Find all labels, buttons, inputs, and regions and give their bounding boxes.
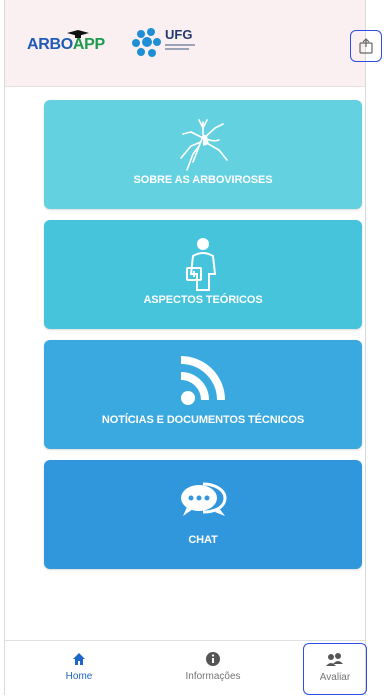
ufg-text: UFG (165, 27, 193, 42)
share-button[interactable] (350, 30, 382, 62)
app-header: ARBOAPP UFG (5, 0, 382, 87)
share-icon (359, 38, 373, 54)
info-icon (206, 652, 220, 666)
card-noticias[interactable]: NOTÍCIAS E DOCUMENTOS TÉCNICOS (44, 340, 362, 449)
app-screen: ARBOAPP UFG SOBRE AS ARBOVIROSES ASPECTO… (4, 0, 382, 696)
ufg-emblem-icon (132, 28, 161, 57)
card-label: NOTÍCIAS E DOCUMENTOS TÉCNICOS (101, 414, 305, 426)
card-aspectos-teoricos[interactable]: ASPECTOS TEÓRICOS (44, 220, 362, 329)
home-icon (73, 653, 85, 665)
rss-icon (44, 354, 362, 410)
arboapp-logo: ARBOAPP (27, 36, 105, 54)
logo-app-text: APP (72, 36, 105, 53)
card-arboviroses[interactable]: SOBRE AS ARBOVIROSES (44, 100, 362, 209)
doctor-icon (44, 234, 362, 294)
card-chat[interactable]: CHAT (44, 460, 362, 569)
logo-arbo-text: ARBO (27, 36, 73, 53)
nav-informacoes[interactable]: Informações (173, 641, 253, 696)
bottom-navigation: Home Informações Avaliar (5, 640, 367, 696)
nav-avaliar-label: Avaliar (319, 672, 351, 683)
rate-users-icon (326, 653, 343, 666)
card-label: ASPECTOS TEÓRICOS (143, 294, 263, 306)
ufg-subtitle-line (165, 44, 195, 46)
card-label: CHAT (188, 534, 218, 546)
graduation-cap-icon (67, 30, 89, 38)
ufg-subtitle-line (165, 48, 189, 50)
ufg-logo: UFG (131, 26, 201, 60)
card-label: SOBRE AS ARBOVIROSES (133, 174, 273, 186)
mosquito-icon (44, 114, 362, 174)
nav-informacoes-label: Informações (185, 671, 241, 682)
nav-home[interactable]: Home (53, 641, 105, 696)
chat-icon (44, 474, 362, 524)
nav-home-label: Home (65, 671, 93, 682)
nav-avaliar[interactable]: Avaliar (303, 643, 367, 695)
